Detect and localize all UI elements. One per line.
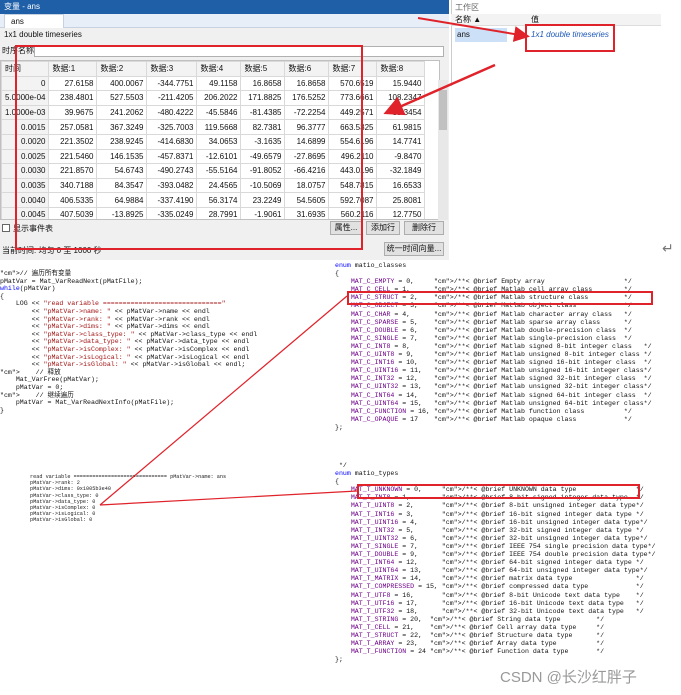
watermark: CSDN @长沙红胖子 (500, 669, 637, 686)
annotation-arrows (99, 17, 530, 506)
arrow-to-table (383, 63, 496, 116)
line-class-type (99, 295, 348, 506)
arrow-to-workspace (417, 17, 530, 42)
line-data-type (99, 490, 358, 506)
